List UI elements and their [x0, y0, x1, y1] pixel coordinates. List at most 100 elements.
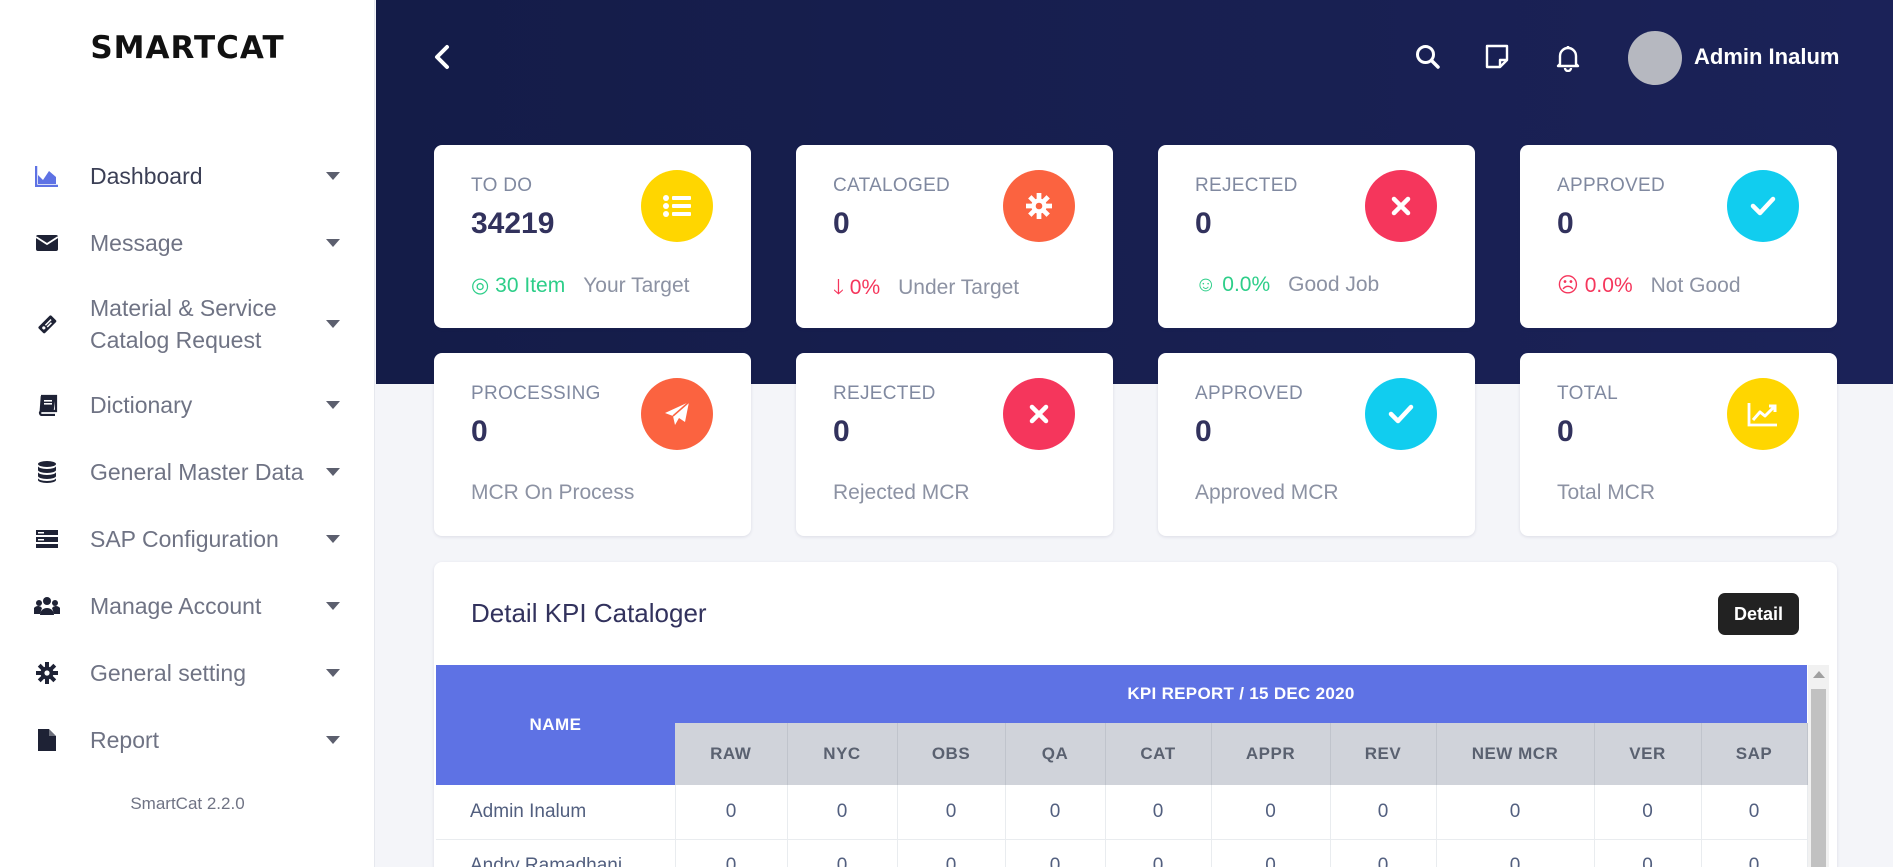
user-name[interactable]: Admin Inalum	[1694, 44, 1839, 70]
chevron-down-icon	[326, 468, 340, 476]
column-header[interactable]: NYC	[787, 723, 898, 785]
sidebar-item-label: General setting	[90, 660, 246, 686]
card-value: 0	[1557, 415, 1574, 448]
card-title: REJECTED	[1195, 175, 1298, 196]
back-chevron-icon[interactable]	[432, 44, 452, 75]
chart-area-icon	[34, 163, 60, 189]
sidebar-item-dictionary[interactable]: Dictionary	[0, 389, 375, 421]
server-icon	[34, 526, 60, 552]
table-cell: 0	[675, 839, 788, 867]
card-note: Total MCR	[1557, 481, 1656, 504]
scroll-up-arrow-icon[interactable]	[1813, 671, 1825, 678]
card-footer: 🡓 0% Under Target	[833, 273, 1019, 308]
column-header[interactable]: APPR	[1211, 723, 1331, 785]
card-stat: ☹ 0.0%	[1557, 274, 1633, 297]
row-name: Andry Ramadhani	[436, 839, 676, 867]
sidebar-item-label: Report	[90, 727, 160, 753]
detail-button[interactable]: Detail	[1718, 593, 1799, 635]
panel-title: Detail KPI Cataloger	[471, 598, 707, 628]
sidebar-item-label: SAP Configuration	[90, 526, 279, 552]
search-icon[interactable]	[1415, 44, 1441, 75]
tag-icon	[34, 311, 60, 337]
card-note: Approved MCR	[1195, 481, 1339, 504]
card-title: PROCESSING	[471, 383, 601, 404]
card-value: 0	[471, 415, 488, 448]
card-footer: Total MCR	[1557, 481, 1655, 505]
card-processing: PROCESSING 0 MCR On Process	[434, 353, 751, 536]
card-note: Rejected MCR	[833, 481, 970, 504]
users-icon	[34, 593, 60, 619]
card-footer: Approved MCR	[1195, 481, 1339, 505]
table-cell: 0	[1701, 839, 1808, 867]
column-header[interactable]: REV	[1330, 723, 1437, 785]
sidebar-item-label: Dictionary	[90, 392, 193, 418]
card-stat: ☺ 0.0%	[1195, 273, 1271, 296]
column-header[interactable]: OBS	[897, 723, 1006, 785]
column-header[interactable]: RAW	[675, 723, 788, 785]
sidebar-item-dashboard[interactable]: Dashboard	[0, 160, 375, 192]
card-stat: 🡓 0%	[833, 276, 881, 299]
sidebar-item-message[interactable]: Message	[0, 227, 375, 259]
gear-icon	[34, 660, 60, 686]
brand-logo[interactable]: SMARTCAT	[0, 30, 375, 66]
envelope-icon	[34, 230, 60, 256]
card-rejected-mcr: REJECTED 0 Rejected MCR	[796, 353, 1113, 536]
chevron-down-icon	[326, 736, 340, 744]
table-row: Andry Ramadhani 0 0 0 0 0 0 0 0 0 0	[436, 839, 1808, 867]
card-approved: APPROVED 0 ☹ 0.0% Not Good	[1520, 145, 1837, 328]
x-icon	[1003, 378, 1075, 450]
column-header[interactable]: NEW MCR	[1436, 723, 1595, 785]
sidebar-item-manage-account[interactable]: Manage Account	[0, 590, 375, 622]
smile-icon: ☺	[1195, 273, 1217, 296]
column-header-name[interactable]: NAME	[436, 665, 675, 785]
card-note: MCR On Process	[471, 481, 635, 504]
row-name: Admin Inalum	[436, 785, 676, 840]
table-cell: 0	[1005, 839, 1106, 867]
sidebar-item-general-master-data[interactable]: General Master Data	[0, 456, 375, 488]
table-cell: 0	[1594, 785, 1702, 840]
sidebar-item-label: Manage Account	[90, 593, 262, 619]
book-icon	[34, 392, 60, 418]
card-value: 0	[1195, 207, 1212, 240]
avatar[interactable]	[1628, 31, 1682, 85]
card-value: 0	[833, 415, 850, 448]
column-header[interactable]: VER	[1594, 723, 1702, 785]
scrollbar-thumb[interactable]	[1811, 689, 1826, 867]
sidebar-item-label: Material & Service Catalog Request	[90, 295, 277, 353]
table-cell: 0	[1330, 785, 1437, 840]
file-icon	[34, 727, 60, 753]
paper-plane-icon	[641, 378, 713, 450]
sidebar-item-label: Message	[90, 230, 184, 256]
column-header[interactable]: QA	[1005, 723, 1106, 785]
list-icon	[641, 170, 713, 242]
sidebar-item-general-setting[interactable]: General setting	[0, 657, 375, 689]
sidebar-item-report[interactable]: Report	[0, 724, 375, 756]
table-cell: 0	[1105, 839, 1212, 867]
bell-icon[interactable]	[1555, 44, 1581, 77]
column-header[interactable]: CAT	[1105, 723, 1212, 785]
card-value: 0	[1195, 415, 1212, 448]
kpi-panel: Detail KPI Cataloger Detail NAME KPI REP…	[434, 562, 1837, 867]
card-note: Good Job	[1288, 273, 1380, 296]
table-cell: 0	[1436, 839, 1595, 867]
chevron-down-icon	[326, 669, 340, 677]
sidebar-item-sap-configuration[interactable]: SAP Configuration	[0, 523, 375, 555]
table-scrollbar[interactable]	[1808, 665, 1829, 867]
table-cell: 0	[787, 785, 898, 840]
card-value: 0	[1557, 207, 1574, 240]
chevron-down-icon	[326, 172, 340, 180]
card-footer: ☹ 0.0% Not Good	[1557, 273, 1741, 298]
table-cell: 0	[1330, 839, 1437, 867]
arrow-down-icon: 🡓	[833, 276, 844, 299]
card-title: TO DO	[471, 175, 533, 196]
sticky-note-icon[interactable]	[1485, 44, 1509, 75]
sidebar-item-catalog-request[interactable]: Material & Service Catalog Request	[0, 292, 375, 356]
table-row: Admin Inalum 0 0 0 0 0 0 0 0 0 0	[436, 785, 1808, 840]
table-cell: 0	[675, 785, 788, 840]
frown-icon: ☹	[1557, 274, 1579, 297]
card-title: APPROVED	[1557, 175, 1665, 196]
table-cell: 0	[1594, 839, 1702, 867]
card-rejected: REJECTED 0 ☺ 0.0% Good Job	[1158, 145, 1475, 328]
column-header[interactable]: SAP	[1701, 723, 1808, 785]
sidebar-item-label: General Master Data	[90, 459, 304, 485]
